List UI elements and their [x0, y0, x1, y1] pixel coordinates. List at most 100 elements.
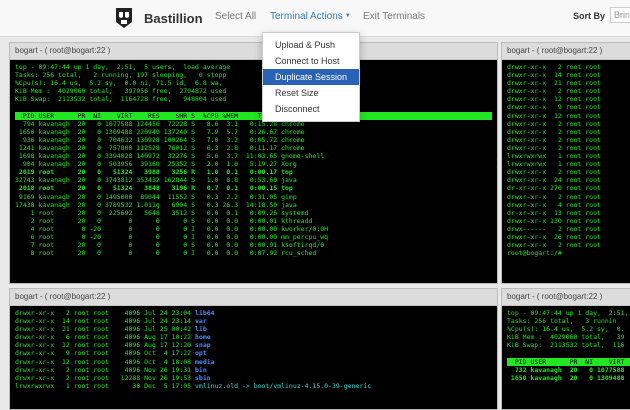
file-name: vmlinuz.old -> boot/vmlinuz-4.15.0-39-ge… [195, 381, 372, 390]
terminal-line: 936 kavanagh 20 0 704632 130928 100264 S… [15, 135, 305, 144]
file-meta: drwxr-xr-x 2 root root 4096 Jul 24 23:04 [15, 309, 196, 317]
terminal-output[interactable]: top - 09:47:44 up 1 day, 2:51, 5 users, … [10, 60, 497, 283]
terminal-line: PID USER PR NI VIRT RES SHR S %CPU %MEM … [15, 111, 492, 120]
file-meta: drwxr-xr-x 9 root root 4096 Oct 4 17:22 [15, 349, 196, 358]
terminal-line: 32743 kavanagh 20 0 3743812 353432 16284… [15, 176, 297, 185]
terminal-line: drwxr-xr-x 12 root root [507, 111, 601, 120]
terminal-line: drwxr-xr-x 12 root root 4096 Oct 4 18:08… [15, 358, 492, 366]
terminal-line: 2 root 20 0 0 0 0 S 0.0 0.0 0:00.01 kthr… [15, 216, 313, 225]
terminal-panel-1[interactable]: bogart - ( root@bogart:22 ) top - 09:47:… [9, 42, 498, 284]
terminal-line: lrwxrwxrwx 1 root root [507, 160, 601, 169]
terminal-line: drwxr-xr-x 2 root root 4096 Nov 26 19:31… [15, 366, 492, 374]
terminal-output[interactable]: drwxr-xr-x 2 root root 4096 Jul 24 23:04… [10, 306, 497, 409]
brand[interactable]: Bastillion [112, 5, 203, 31]
menu-item-upload-push[interactable]: Upload & Push [263, 37, 359, 53]
terminal-panel-4[interactable]: bogart - ( root@bogart:22 ) top - 09:47:… [501, 288, 630, 410]
file-meta: drwxr-xr-x 14 root root 4096 Jul 24 23:1… [15, 317, 196, 326]
menu-item-connect-to-host[interactable]: Connect to Host [263, 53, 359, 69]
terminal-line: %Cpu(s): 16.4 us, 5.2 sy, 0.0 ni, 71.5 i… [15, 79, 223, 88]
app-title: Bastillion [144, 10, 203, 26]
menu-item-reset-size[interactable]: Reset Size [263, 85, 359, 101]
terminal-line: Tasks: 256 total, 2 running, 197 sleepin… [15, 71, 227, 80]
file-meta: drwxr-xr-x 2 root root 4096 Nov 26 19:31 [15, 365, 196, 374]
file-name: home [195, 333, 211, 342]
terminal-line: drwxr-xr-x 14 root root [507, 71, 601, 80]
terminal-line: 9169 kavanagh 20 0 1495000 89044 11552 S… [15, 192, 297, 201]
terminal-title: bogart - ( root@bogart:22 ) [502, 289, 630, 306]
sort-by-select[interactable]: Bring [610, 7, 630, 23]
terminal-title: bogart - ( root@bogart:22 ) [10, 289, 497, 306]
file-name: media [195, 357, 215, 366]
menu-item-disconnect[interactable]: Disconnect [263, 101, 359, 117]
terminal-line: KiB Swap: 2113532 total, 116 [507, 341, 625, 350]
terminal-line: 4 root 0 -20 0 0 0 I 0.0 0.0 0:00.00 kwo… [15, 224, 329, 233]
file-name: var [195, 317, 207, 326]
terminal-actions-label: Terminal Actions [270, 11, 343, 22]
terminal-line: root@bogart:/# [507, 249, 562, 258]
file-name: snap [195, 341, 211, 350]
sort-by-label: Sort By [573, 11, 606, 21]
terminal-line: drwxr-xr-x 4 root root [507, 200, 601, 209]
terminal-line: 2019 root 20 0 51324 3988 3256 R 1.0 0.1… [15, 168, 293, 177]
terminal-output[interactable]: top - 09:47:44 up 1 day, 2:51, 5 users,T… [502, 306, 630, 409]
terminal-line: KiB Mem : 4029060 total, 39 [507, 333, 625, 342]
file-meta: lrwxrwxrwx 1 root root 30 Dec 5 17:05 [15, 381, 196, 390]
terminal-line: 17438 kavanagh 20 0 3789532 1.011g 6904 … [15, 200, 297, 209]
file-name: opt [195, 349, 207, 358]
terminal-title: bogart - ( root@bogart:22 ) [502, 43, 630, 60]
terminal-line: drwxr-xr-x 2 root root 12288 Nov 26 19:5… [15, 374, 492, 382]
terminal-line: 794 kavanagh 20 0 1077588 124456 72228 S… [15, 119, 305, 128]
terminal-line: drwxr-xr-x 9 root root 4096 Oct 4 17:22 … [15, 349, 492, 357]
exit-terminals-link[interactable]: Exit Terminals [363, 11, 425, 22]
terminal-line: 6 root 0 -20 0 0 0 I 0.0 0.0 0:00.00 mm_… [15, 232, 329, 241]
terminal-line: 1650 kavanagh 20 0 1309488 [507, 373, 625, 382]
file-meta: drwxr-xr-x 2 root root 12288 Nov 26 19:5… [15, 373, 196, 382]
terminal-line: drwxr-xr-x 2 root root [507, 87, 601, 96]
terminal-title: bogart - ( root@bogart:22 ) [10, 43, 497, 60]
terminal-line: drwxr-xr-x 2 root root [507, 119, 601, 128]
terminal-line: drwxr-xr-x 2 root root [507, 143, 601, 152]
terminal-line: drwxr-xr-x 14 root root 4096 Jul 24 23:1… [15, 317, 492, 325]
terminal-line: 732 kavanagh 20 0 1077588 [507, 365, 625, 374]
menu-item-duplicate-session[interactable]: Duplicate Session [263, 69, 359, 85]
terminal-line: KiB Swap: 2113532 total, 1164728 free, 9… [15, 95, 227, 104]
terminal-line: 1 root 20 0 225692 5648 3512 S 0.0 0.1 0… [15, 208, 309, 217]
terminal-line: drwxr-xr-x 9 root root [507, 103, 601, 112]
terminal-line: drwxr-xr-x 12 root root [507, 95, 601, 104]
terminal-line: KiB Mem : 4029060 total, 397956 free, 27… [15, 87, 227, 96]
terminal-line: %Cpu(s): 16.4 us, 5.2 sy, 0. [507, 325, 625, 334]
terminal-line: drwxr-xr-x 130 root root [507, 216, 601, 225]
terminal-line: top - 09:47:44 up 1 day, 2:51, 5 users, [507, 309, 629, 317]
terminal-line: 1698 kavanagh 20 0 3394028 140972 32276 … [15, 152, 325, 161]
terminal-line: Tasks: 256 total, 3 runnin [507, 317, 617, 326]
terminal-output[interactable]: drwxr-xr-x 2 root root drwxr-xr-x 14 root… [502, 60, 630, 283]
terminal-line: drwx------ 2 root root [507, 224, 601, 233]
terminal-line: drwxr-xr-x 6 root root 4096 Aug 17 10:22… [15, 333, 492, 341]
terminal-line: 2018 root 20 0 51324 3848 3196 R 0.7 0.1… [15, 184, 293, 193]
terminal-line: drwxr-xr-x 2 root root [507, 63, 601, 71]
terminal-line: 904 kavanagh 20 0 503956 39160 25352 S 2… [15, 160, 297, 169]
terminal-line: drwxr-xr-x 2 root root [507, 241, 601, 250]
terminal-actions-menu[interactable]: Terminal Actions ▼ [270, 11, 351, 22]
terminal-line: lrwxrwxrwx 1 root root [507, 152, 601, 161]
terminal-line: PID USER PR NI VIRT [507, 357, 630, 366]
terminal-panel-2[interactable]: bogart - ( root@bogart:22 ) drwxr-xr-x 2… [501, 42, 630, 284]
file-name: lib64 [195, 309, 215, 317]
file-meta: drwxr-xr-x 12 root root 4096 Oct 4 18:08 [15, 357, 196, 366]
terminal-line: drwxr-xr-x 12 root root 4096 Aug 17 12:2… [15, 341, 492, 349]
terminal-line: drwxr-xr-x 21 root root 4096 Jul 25 00:4… [15, 325, 492, 333]
terminal-line: 7 root 20 0 0 0 0 S 0.0 0.0 0:00.91 ksof… [15, 241, 325, 250]
terminal-line: 1650 kavanagh 20 0 1309488 220940 137240… [15, 127, 305, 136]
terminal-line: drwxr-xr-x 2 root root [507, 192, 601, 201]
terminal-line: drwxr-xr-x 21 root root [507, 79, 601, 88]
file-meta: drwxr-xr-x 12 root root 4096 Aug 17 12:2… [15, 341, 196, 350]
file-name: bin [195, 365, 207, 374]
select-all-link[interactable]: Select All [215, 11, 256, 22]
terminal-line: 8 root 20 0 0 0 0 I 0.0 0.0 0:07.92 rcu_… [15, 249, 317, 258]
terminal-line: drwxr-xr-x 24 root root [507, 176, 601, 185]
terminal-line: drwxr-xr-x 2 root root [507, 168, 601, 177]
terminal-line: 1241 kavanagh 20 0 757800 112528 76012 S… [15, 143, 305, 152]
terminal-panel-3[interactable]: bogart - ( root@bogart:22 ) drwxr-xr-x 2… [9, 288, 498, 410]
terminal-line: drwxr-xr-x 26 root root [507, 232, 601, 241]
